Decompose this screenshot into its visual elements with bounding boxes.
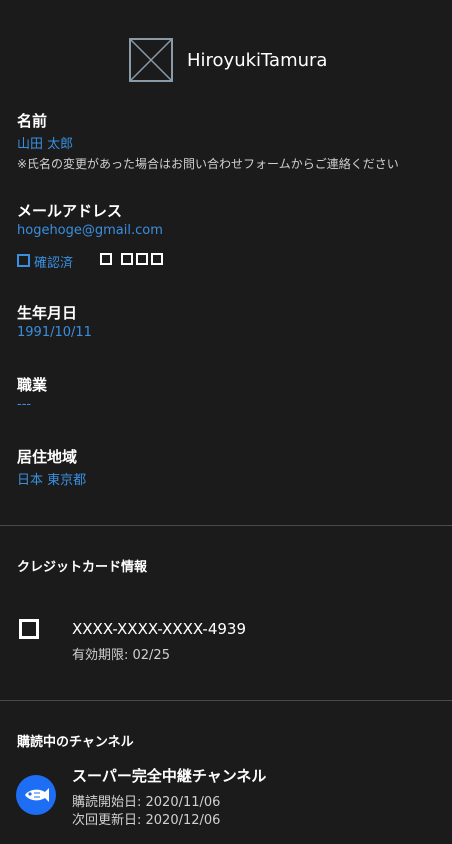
card-icon [19, 619, 39, 639]
email-label: メールアドレス [17, 202, 123, 220]
divider [0, 700, 452, 701]
region-label: 居住地域 [17, 448, 78, 466]
card-number[interactable]: XXXX-XXXX-XXXX-4939 [72, 620, 246, 638]
square-icon [121, 253, 133, 265]
profile-header: HiroyukiTamura [0, 38, 452, 84]
square-icon [136, 253, 148, 265]
fish-icon [25, 788, 49, 802]
subscription-start-date: 購読開始日: 2020/11/06 [72, 795, 221, 810]
username: HiroyukiTamura [187, 50, 328, 71]
email-value[interactable]: hogehoge@gmail.com [17, 223, 163, 238]
subscription-renewal-date: 次回更新日: 2020/12/06 [72, 813, 221, 828]
name-label: 名前 [17, 112, 48, 130]
placeholder-glyphs [100, 253, 163, 265]
channel-avatar[interactable] [16, 775, 56, 815]
divider [0, 525, 452, 526]
card-expiry: 有効期限: 02/25 [72, 648, 170, 663]
birthday-label: 生年月日 [17, 304, 78, 322]
credit-card-section-title: クレジットカード情報 [17, 560, 148, 575]
square-icon [100, 253, 112, 265]
verified-icon [17, 254, 30, 267]
square-icon [151, 253, 163, 265]
region-value: 日本 東京都 [17, 473, 87, 488]
channel-name[interactable]: スーパー完全中継チャンネル [72, 765, 266, 786]
verified-status: 確認済 [34, 256, 74, 271]
name-change-note: ※氏名の変更があった場合はお問い合わせフォームからご連絡ください [17, 157, 399, 171]
image-placeholder-icon[interactable] [129, 38, 173, 82]
name-value: 山田 太郎 [17, 137, 74, 152]
occupation-value: --- [17, 397, 32, 412]
birthday-value: 1991/10/11 [17, 325, 92, 340]
subscriptions-section-title: 購読中のチャンネル [17, 735, 134, 750]
occupation-label: 職業 [17, 376, 48, 394]
